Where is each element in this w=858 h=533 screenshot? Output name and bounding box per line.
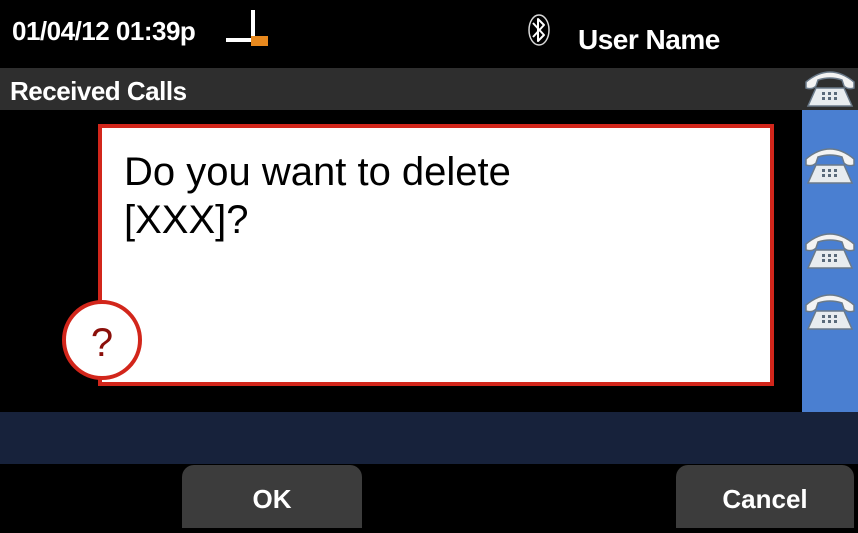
- line-button-1[interactable]: [802, 62, 858, 112]
- line-button-3[interactable]: [802, 224, 858, 274]
- dialog-message-line-1: Do you want to delete: [124, 150, 511, 194]
- delete-confirm-dialog: Do you want to delete [XXX]?: [98, 124, 774, 386]
- date-time: 01/04/12 01:39p: [12, 16, 196, 46]
- line-button-2[interactable]: [802, 139, 858, 189]
- phone-handset-icon: [805, 233, 855, 269]
- page-title: Received Calls: [10, 76, 187, 106]
- call-line-indicator-icon: [226, 10, 268, 46]
- line-button-4[interactable]: [802, 285, 858, 335]
- question-icon: ?: [62, 300, 142, 380]
- ok-button[interactable]: OK: [182, 465, 362, 528]
- user-name: User Name: [578, 24, 720, 55]
- bluetooth-icon: [528, 14, 550, 46]
- phone-handset-icon: [805, 71, 855, 107]
- dialog-message: Do you want to delete [XXX]?: [124, 148, 744, 244]
- status-bar: 01/04/12 01:39p User Name: [0, 0, 858, 62]
- phone-handset-icon: [805, 294, 855, 330]
- status-strip: [0, 412, 858, 464]
- screen-header: Received Calls: [0, 68, 858, 112]
- phone-handset-icon: [805, 148, 855, 184]
- cancel-button[interactable]: Cancel: [676, 465, 854, 528]
- dialog-message-line-2: [XXX]?: [124, 198, 249, 242]
